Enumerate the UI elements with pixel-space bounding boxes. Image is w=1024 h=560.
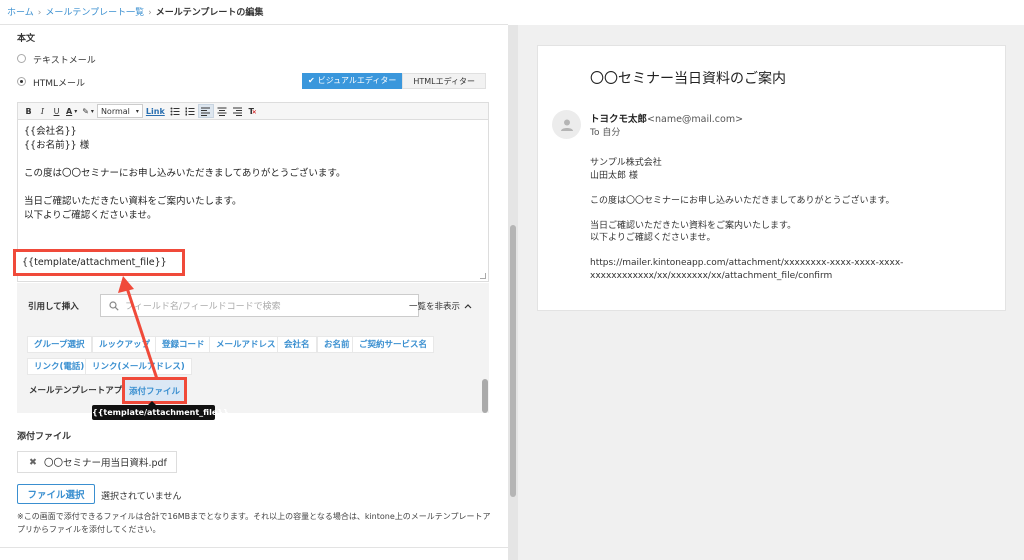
sender-name: トヨクモ太郎 xyxy=(590,114,648,125)
mail-body-line: サンプル株式会社 xyxy=(590,158,662,168)
mail-sender: トヨクモ太郎<name@mail.com> xyxy=(590,111,743,125)
mail-body-line: https://mailer.kintoneapp.com/attachment… xyxy=(590,258,904,268)
attached-file-name: 〇〇セミナー用当日資料.pdf xyxy=(43,458,167,469)
mail-recipient: To 自分 xyxy=(590,128,621,138)
remove-file-icon[interactable]: ✖ xyxy=(29,457,37,468)
file-select-button[interactable]: ファイル選択 xyxy=(17,484,95,504)
attachment-note: ※この画面で添付できるファイルは合計で16MBまでとなります。それ以上の容量とな… xyxy=(17,510,495,536)
mail-body-line xyxy=(590,207,903,220)
left-pane-scrollbar[interactable] xyxy=(510,225,516,497)
person-icon xyxy=(560,119,573,131)
attachment-section-label: 添付ファイル xyxy=(17,432,72,442)
mail-body-line: xxxxxxxxxxxx/xx/xxxxxxx/xx/attachment_fi… xyxy=(590,270,833,281)
section-divider xyxy=(0,547,508,548)
mail-body-line: 以下よりご確認くださいませ。 xyxy=(590,233,716,243)
mail-body-line xyxy=(590,245,903,258)
avatar xyxy=(552,110,581,139)
sender-email: <name@mail.com> xyxy=(647,114,744,125)
mail-body: サンプル株式会社 山田太郎 様 この度は〇〇セミナーにお申し込みいただきましてあ… xyxy=(590,157,903,282)
mail-body-line: この度は〇〇セミナーにお申し込みいただきましてありがとうございます。 xyxy=(590,195,895,206)
annotation-arrow xyxy=(118,276,159,380)
attachment-note-line: ※この画面で添付できるファイルは合計で16MBまでとなります。それ以上の容量とな… xyxy=(17,512,491,521)
mail-body-line: 山田太郎 様 xyxy=(590,170,638,181)
attached-file-chip: ✖ 〇〇セミナー用当日資料.pdf xyxy=(17,451,177,473)
attachment-note-line: プリからファイルを添付してください。 xyxy=(17,525,161,534)
mail-subject: 〇〇セミナー当日資料のご案内 xyxy=(590,71,786,87)
mail-body-line: 当日ご確認いただきたい資料をご案内いたします。 xyxy=(590,220,797,231)
file-select-status: 選択されていません xyxy=(101,492,182,502)
mail-body-line xyxy=(590,182,903,195)
